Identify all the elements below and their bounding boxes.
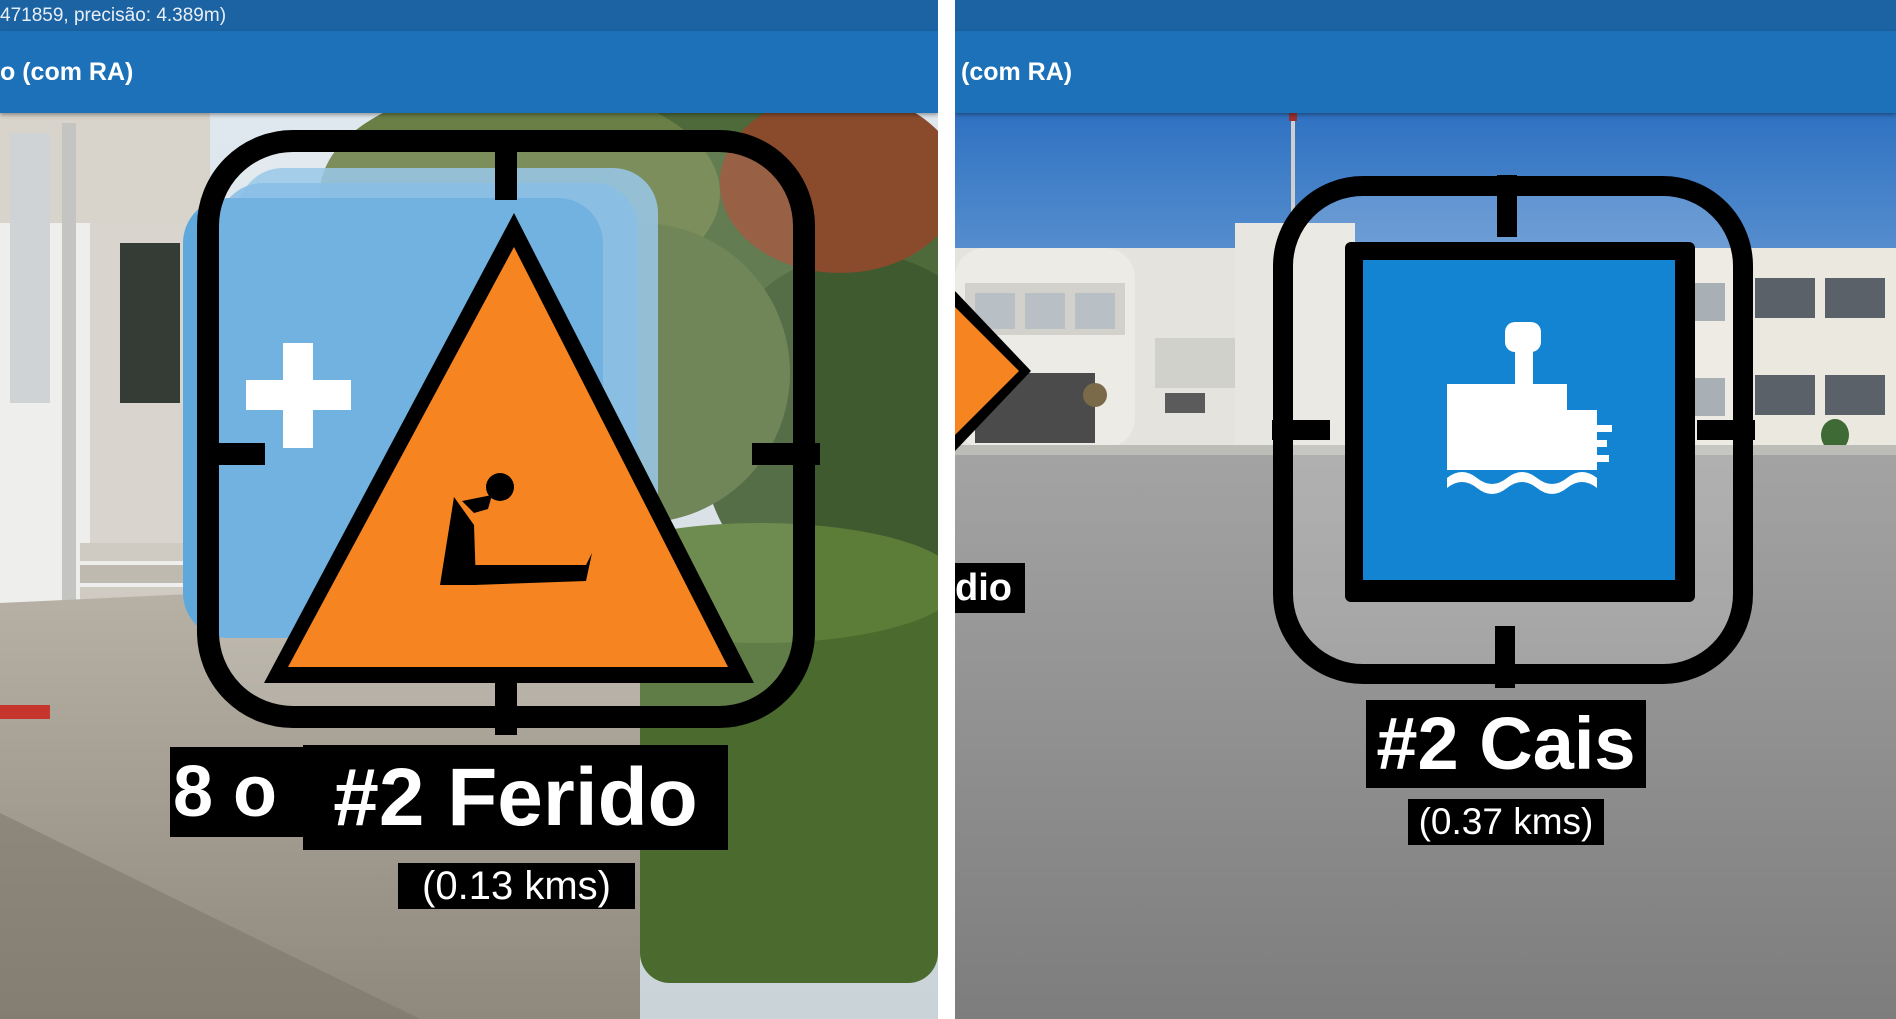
app-bar: o (com RA) [0,31,938,113]
marker-distance: (0.13 kms) [398,863,635,909]
right-screen: (com RA) dio #2 Cais (0.37 kms) [955,0,1896,1019]
orange-arrow-icon [955,291,1031,451]
poi-marker-ferido[interactable] [192,125,832,745]
app-bar: (com RA) [955,31,1896,113]
marker-distance: (0.37 kms) [1408,799,1604,845]
poi-marker-cais[interactable] [1267,170,1767,690]
location-status-text: 471859, precisão: 4.389m) [0,5,227,26]
app-title: (com RA) [961,58,1073,86]
status-bar: 471859, precisão: 4.389m) [0,0,938,31]
marker-title[interactable]: #2 Ferido [303,745,728,850]
screenshot-divider [938,0,955,1019]
camera-view: dio #2 Cais (0.37 kms) [955,113,1896,1019]
offscreen-marker[interactable] [955,291,1035,451]
camera-view: 8 o #2 Ferido (0.13 kms) [0,113,938,1019]
marker-title[interactable]: #2 Cais [1366,700,1646,788]
offscreen-marker-label[interactable]: dio [955,563,1025,613]
status-bar [955,0,1896,31]
left-screen: 471859, precisão: 4.389m) o (com RA) 8 o… [0,0,938,1019]
app-title: o (com RA) [0,58,134,86]
